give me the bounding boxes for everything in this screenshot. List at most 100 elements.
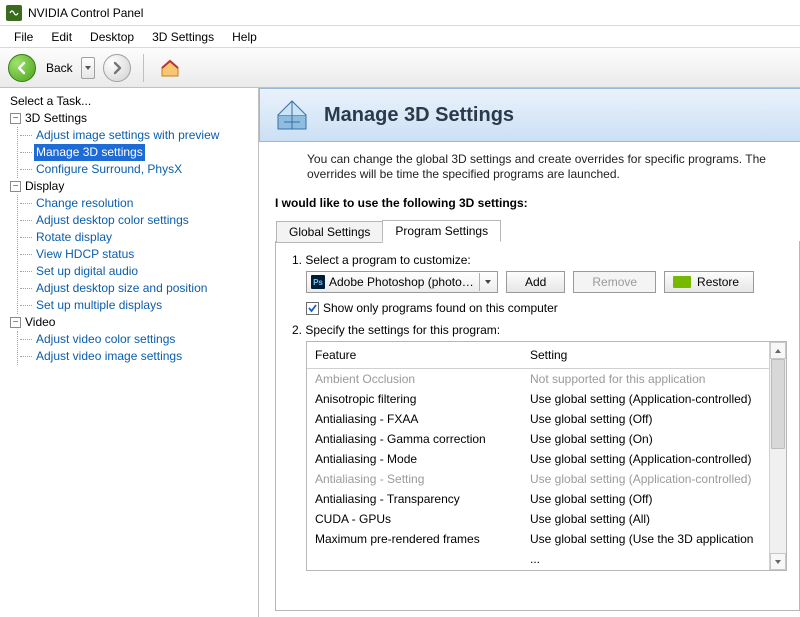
cell-setting: Use global setting (Application-controll… bbox=[522, 469, 769, 489]
collapse-icon[interactable]: − bbox=[10, 317, 21, 328]
tree-label: 3D Settings bbox=[25, 110, 87, 127]
menu-file[interactable]: File bbox=[6, 28, 41, 46]
collapse-icon[interactable]: − bbox=[10, 181, 21, 192]
table-row: Antialiasing - SettingUse global setting… bbox=[307, 469, 769, 489]
chevron-down-icon bbox=[479, 273, 495, 291]
tree-label: Video bbox=[25, 314, 55, 331]
tree-item-video-image[interactable]: Adjust video image settings bbox=[20, 348, 258, 365]
back-button[interactable] bbox=[8, 54, 36, 82]
forward-button[interactable] bbox=[103, 54, 131, 82]
cell-feature: Antialiasing - FXAA bbox=[307, 409, 522, 429]
toolbar: Back bbox=[0, 48, 800, 88]
main: Select a Task... − 3D Settings Adjust im… bbox=[0, 88, 800, 617]
cell-setting[interactable]: Use global setting (Off) bbox=[522, 409, 769, 429]
toolbar-separator bbox=[143, 54, 144, 82]
page-title: Manage 3D Settings bbox=[324, 104, 514, 127]
cell-feature: Antialiasing - Transparency bbox=[307, 489, 522, 509]
cell-feature: Ambient Occlusion bbox=[307, 369, 522, 389]
settings-panel: Global Settings Program Settings 1. Sele… bbox=[275, 241, 800, 611]
table-row[interactable]: CUDA - GPUsUse global setting (All) bbox=[307, 509, 769, 529]
menubar: File Edit Desktop 3D Settings Help bbox=[0, 26, 800, 48]
app-icon bbox=[6, 5, 22, 21]
table-row[interactable]: Multi-Frame Sampled AA (MFAA)Use global … bbox=[307, 569, 769, 570]
cell-feature: Multi-Frame Sampled AA (MFAA) bbox=[307, 569, 522, 570]
cell-setting[interactable]: Use global setting (Application-controll… bbox=[522, 449, 769, 469]
table-row: Ambient OcclusionNot supported for this … bbox=[307, 369, 769, 389]
menu-3d-settings[interactable]: 3D Settings bbox=[144, 28, 222, 46]
tree-item-multiple-displays[interactable]: Set up multiple displays bbox=[20, 297, 258, 314]
cell-feature: CUDA - GPUs bbox=[307, 509, 522, 529]
restore-button[interactable]: Restore bbox=[664, 271, 754, 293]
collapse-icon[interactable]: − bbox=[10, 113, 21, 124]
tree-node-video[interactable]: − Video bbox=[10, 314, 258, 331]
cell-setting[interactable]: Use global setting (Application-controll… bbox=[522, 389, 769, 409]
cell-feature: Antialiasing - Setting bbox=[307, 469, 522, 489]
menu-edit[interactable]: Edit bbox=[43, 28, 80, 46]
cell-setting[interactable]: Use global setting (On) bbox=[522, 429, 769, 449]
cell-feature: Antialiasing - Mode bbox=[307, 449, 522, 469]
settings-grid: Feature Setting Ambient OcclusionNot sup… bbox=[306, 341, 787, 571]
back-label: Back bbox=[46, 61, 73, 75]
tree-item-configure-surround[interactable]: Configure Surround, PhysX bbox=[20, 161, 258, 178]
menu-desktop[interactable]: Desktop bbox=[82, 28, 142, 46]
tree-item-video-color[interactable]: Adjust video color settings bbox=[20, 331, 258, 348]
grid-scrollbar[interactable] bbox=[769, 342, 786, 570]
sidebar-header: Select a Task... bbox=[4, 92, 258, 110]
tree-node-3d-settings[interactable]: − 3D Settings bbox=[10, 110, 258, 127]
hero-3d-icon bbox=[272, 95, 312, 135]
tab-program-settings[interactable]: Program Settings bbox=[382, 220, 501, 242]
tree-item-adjust-desktop-color[interactable]: Adjust desktop color settings bbox=[20, 212, 258, 229]
table-row[interactable]: Maximum pre-rendered framesUse global se… bbox=[307, 529, 769, 569]
back-history-dropdown[interactable] bbox=[81, 57, 95, 79]
header-setting[interactable]: Setting bbox=[522, 342, 769, 368]
scroll-track[interactable] bbox=[770, 359, 786, 553]
step-1-label: 1. Select a program to customize: bbox=[292, 253, 787, 267]
tree-label: Display bbox=[25, 178, 64, 195]
header-feature[interactable]: Feature bbox=[307, 342, 522, 368]
window-title: NVIDIA Control Panel bbox=[28, 6, 143, 20]
cell-setting[interactable]: Use global setting (Use the 3D applicati… bbox=[522, 529, 769, 569]
table-row[interactable]: Antialiasing - ModeUse global setting (A… bbox=[307, 449, 769, 469]
sidebar: Select a Task... − 3D Settings Adjust im… bbox=[0, 88, 259, 617]
remove-button: Remove bbox=[573, 271, 656, 293]
hero-banner: Manage 3D Settings bbox=[259, 88, 800, 142]
step-2-label: 2. Specify the settings for this program… bbox=[292, 323, 787, 337]
titlebar: NVIDIA Control Panel bbox=[0, 0, 800, 26]
cell-setting: Not supported for this application bbox=[522, 369, 769, 389]
checkbox-label: Show only programs found on this compute… bbox=[323, 301, 558, 315]
photoshop-icon: Ps bbox=[311, 275, 325, 289]
scroll-thumb[interactable] bbox=[771, 359, 785, 449]
tree-item-view-hdcp[interactable]: View HDCP status bbox=[20, 246, 258, 263]
show-only-found-checkbox[interactable] bbox=[306, 302, 319, 315]
scroll-up-icon[interactable] bbox=[770, 342, 786, 359]
tree-item-rotate-display[interactable]: Rotate display bbox=[20, 229, 258, 246]
tree-item-digital-audio[interactable]: Set up digital audio bbox=[20, 263, 258, 280]
table-row[interactable]: Antialiasing - Gamma correctionUse globa… bbox=[307, 429, 769, 449]
task-tree: − 3D Settings Adjust image settings with… bbox=[4, 110, 258, 365]
tab-global-settings[interactable]: Global Settings bbox=[276, 221, 383, 243]
tree-item-adjust-image[interactable]: Adjust image settings with preview bbox=[20, 127, 258, 144]
section-label: I would like to use the following 3D set… bbox=[259, 188, 800, 216]
cell-setting[interactable]: Use global setting (Off) bbox=[522, 569, 769, 570]
cell-setting[interactable]: Use global setting (All) bbox=[522, 509, 769, 529]
tree-node-display[interactable]: − Display bbox=[10, 178, 258, 195]
nvidia-chip-icon bbox=[673, 276, 691, 288]
tree-item-manage-3d[interactable]: Manage 3D settings bbox=[20, 144, 258, 161]
tree-item-desktop-size[interactable]: Adjust desktop size and position bbox=[20, 280, 258, 297]
program-select-value: Adobe Photoshop (photoshop.... bbox=[329, 275, 479, 289]
table-row[interactable]: Antialiasing - FXAAUse global setting (O… bbox=[307, 409, 769, 429]
table-row[interactable]: Anisotropic filteringUse global setting … bbox=[307, 389, 769, 409]
cell-feature: Anisotropic filtering bbox=[307, 389, 522, 409]
tab-strip: Global Settings Program Settings bbox=[276, 220, 500, 242]
home-button[interactable] bbox=[156, 54, 184, 82]
table-row[interactable]: Antialiasing - TransparencyUse global se… bbox=[307, 489, 769, 509]
cell-setting[interactable]: Use global setting (Off) bbox=[522, 489, 769, 509]
scroll-down-icon[interactable] bbox=[770, 553, 786, 570]
restore-label: Restore bbox=[697, 275, 739, 289]
add-button[interactable]: Add bbox=[506, 271, 565, 293]
menu-help[interactable]: Help bbox=[224, 28, 265, 46]
tree-item-change-resolution[interactable]: Change resolution bbox=[20, 195, 258, 212]
program-select[interactable]: Ps Adobe Photoshop (photoshop.... bbox=[306, 271, 498, 293]
content: Manage 3D Settings You can change the gl… bbox=[259, 88, 800, 617]
cell-feature: Maximum pre-rendered frames bbox=[307, 529, 522, 569]
